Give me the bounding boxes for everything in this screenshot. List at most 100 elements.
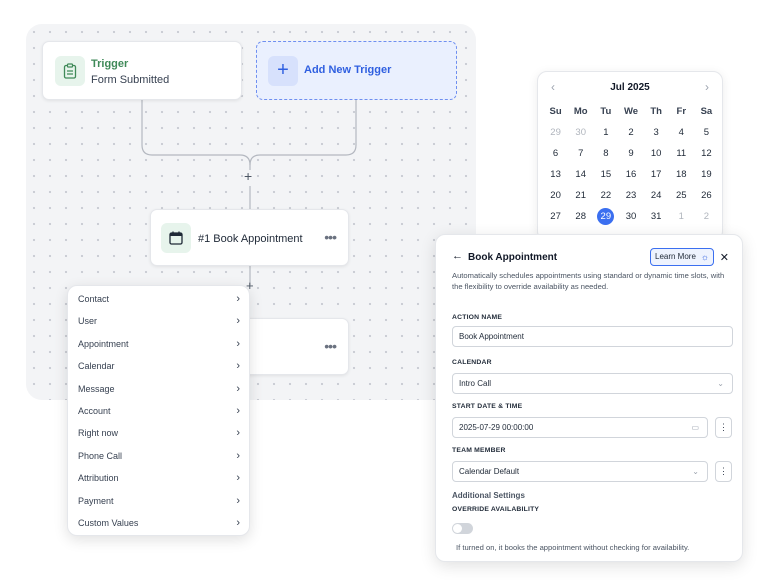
calendar-day[interactable]: 7: [568, 143, 593, 164]
team-member-select[interactable]: Calendar Default ⌄: [452, 461, 708, 482]
calendar-day[interactable]: 3: [644, 122, 669, 143]
calendar-day[interactable]: 11: [669, 143, 694, 164]
menu-item[interactable]: Appointment ›: [68, 333, 249, 355]
calendar-day-number: 27: [550, 211, 561, 223]
calendar-day-number: 8: [603, 148, 609, 160]
action-settings-panel: ← Book Appointment Learn More ☼ ✕ Automa…: [435, 234, 743, 562]
calendar-day[interactable]: 5: [694, 122, 719, 143]
chevron-right-icon: ›: [236, 494, 240, 507]
action-name-input[interactable]: Book Appointment: [452, 326, 733, 347]
team-member-options-icon[interactable]: ⋮: [715, 461, 732, 482]
add-step-plus-icon[interactable]: +: [244, 168, 252, 184]
menu-item[interactable]: User ›: [68, 310, 249, 332]
calendar-day[interactable]: 30: [618, 206, 643, 227]
start-datetime-input[interactable]: 2025-07-29 00:00:00 ▭: [452, 417, 708, 438]
menu-item[interactable]: Calendar ›: [68, 355, 249, 377]
arrow-left-icon[interactable]: ←: [452, 250, 463, 262]
calendar-select[interactable]: Intro Call ⌄: [452, 373, 733, 394]
calendar-day[interactable]: 26: [694, 185, 719, 206]
calendar-day[interactable]: 2: [618, 122, 643, 143]
chevron-right-icon: ›: [236, 427, 240, 440]
learn-more-button[interactable]: Learn More ☼: [650, 248, 714, 266]
calendar-day-number: 24: [650, 190, 662, 202]
calendar-month: Jul 2025: [610, 82, 650, 93]
action-step-card[interactable]: #1 Book Appointment •••: [150, 209, 349, 266]
calendar-day[interactable]: 24: [644, 185, 669, 206]
calendar-day-selected[interactable]: 29: [593, 206, 618, 227]
calendar-day[interactable]: 25: [669, 185, 694, 206]
calendar-day[interactable]: 13: [543, 164, 568, 185]
menu-item-label: User: [78, 316, 98, 327]
calendar-day[interactable]: 14: [568, 164, 593, 185]
menu-item[interactable]: Right now ›: [68, 422, 249, 444]
calendar-day-number: 21: [575, 190, 586, 202]
calendar-day[interactable]: 16: [618, 164, 643, 185]
add-new-trigger-button[interactable]: + Add New Trigger: [256, 41, 457, 100]
override-hint: If turned on, it books the appointment w…: [456, 543, 690, 552]
close-icon[interactable]: ✕: [720, 251, 729, 264]
calendar-day[interactable]: 19: [694, 164, 719, 185]
calendar-day-number: 4: [678, 127, 684, 139]
calendar-day-number: 1: [678, 211, 684, 223]
chevron-right-icon: ›: [236, 315, 240, 328]
calendar-day[interactable]: 18: [669, 164, 694, 185]
weekday-label: Th: [650, 106, 662, 117]
menu-item[interactable]: Custom Values ›: [68, 512, 249, 534]
weekday-label: Fr: [676, 106, 687, 117]
start-datetime-options-icon[interactable]: ⋮: [715, 417, 732, 438]
calendar-day-number: 11: [676, 148, 687, 160]
menu-item[interactable]: Phone Call ›: [68, 445, 249, 467]
calendar-day[interactable]: 21: [568, 185, 593, 206]
calendar-day[interactable]: 17: [644, 164, 669, 185]
calendar-icon: ▭: [691, 423, 699, 432]
more-options-icon[interactable]: •••: [324, 338, 337, 354]
calendar-day-number: 29: [597, 208, 615, 226]
calendar-day[interactable]: 10: [644, 143, 669, 164]
menu-item[interactable]: Attribution ›: [68, 467, 249, 489]
calendar-day[interactable]: 6: [543, 143, 568, 164]
calendar-day-number: 22: [600, 190, 612, 202]
calendar-day[interactable]: 4: [669, 122, 694, 143]
chevron-right-icon: ›: [236, 404, 240, 417]
calendar-icon: [161, 223, 191, 253]
calendar-day[interactable]: 29: [543, 122, 568, 143]
calendar-day[interactable]: 20: [543, 185, 568, 206]
calendar-day-number: 1: [603, 127, 609, 139]
calendar-day[interactable]: 28: [568, 206, 593, 227]
menu-item-label: Account: [78, 405, 111, 416]
calendar-day[interactable]: 15: [593, 164, 618, 185]
action-name-value: Book Appointment: [459, 332, 524, 341]
override-availability-toggle[interactable]: [452, 523, 473, 534]
calendar-day[interactable]: 27: [543, 206, 568, 227]
calendar-day[interactable]: 31: [644, 206, 669, 227]
menu-item[interactable]: Payment ›: [68, 490, 249, 512]
calendar-day-number: 17: [650, 169, 662, 181]
chevron-down-icon: ⌄: [692, 467, 699, 476]
chevron-right-icon[interactable]: ›: [705, 80, 709, 94]
calendar-day[interactable]: 1: [593, 122, 618, 143]
calendar-day-number: 7: [578, 148, 584, 160]
menu-item-label: Appointment: [78, 338, 129, 349]
menu-item[interactable]: Contact ›: [68, 288, 249, 310]
calendar-day[interactable]: 2: [694, 206, 719, 227]
calendar-day-number: 9: [628, 148, 634, 160]
calendar-day-number: 28: [575, 211, 586, 223]
calendar-day[interactable]: 8: [593, 143, 618, 164]
chevron-right-icon: ›: [236, 382, 240, 395]
calendar-day[interactable]: 23: [618, 185, 643, 206]
override-availability-label: OVERRIDE AVAILABILITY: [452, 506, 540, 513]
variable-menu: Contact › User › Appointment › Calendar › Messag…: [67, 285, 250, 536]
calendar-day[interactable]: 12: [694, 143, 719, 164]
calendar-day[interactable]: 9: [618, 143, 643, 164]
calendar-day-number: 2: [703, 211, 710, 223]
weekday-label: We: [623, 106, 639, 117]
calendar-day[interactable]: 30: [568, 122, 593, 143]
menu-item[interactable]: Message ›: [68, 378, 249, 400]
calendar-grid: Su Mo Tu We Th Fr Sa 29 30 1 2 3 4 5 6 7 8 9 10 11 12 13 14 15 1…: [543, 101, 719, 240]
trigger-card[interactable]: Trigger Form Submitted: [42, 41, 242, 100]
calendar-day[interactable]: 22: [593, 185, 618, 206]
calendar-day[interactable]: 1: [669, 206, 694, 227]
menu-item[interactable]: Account ›: [68, 400, 249, 422]
more-options-icon[interactable]: •••: [324, 229, 337, 245]
calendar-value: Intro Call: [459, 379, 492, 388]
